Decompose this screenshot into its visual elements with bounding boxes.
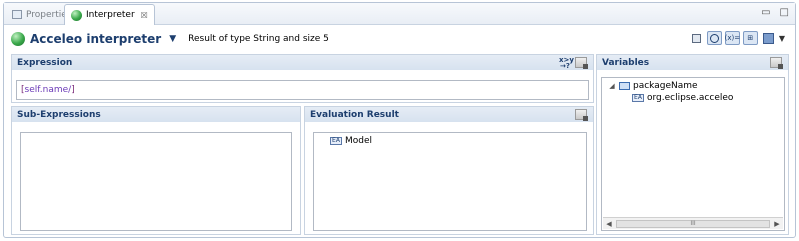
- clear-expression-icon[interactable]: [575, 57, 588, 69]
- sub-expressions-tree[interactable]: [20, 132, 292, 231]
- sub-expressions-section: Sub-Expressions: [11, 106, 301, 235]
- clock-icon: [709, 33, 719, 43]
- acceleo-icon: [71, 9, 82, 21]
- variables-title: Variables: [602, 57, 650, 68]
- variable-child-row[interactable]: EA org.eclipse.acceleo: [632, 93, 733, 103]
- expression-body: self.name/: [24, 85, 72, 95]
- interpreter-view: Properties Interpreter ☒ ▭ □ Acceleo int…: [3, 2, 796, 238]
- variable-label: packageName: [633, 81, 698, 91]
- clear-variables-icon[interactable]: [770, 57, 783, 69]
- result-item[interactable]: EA Model: [330, 136, 372, 146]
- properties-icon: [12, 10, 22, 19]
- expand-triangle-icon[interactable]: ◢: [608, 82, 616, 90]
- close-tab-icon[interactable]: ☒: [141, 11, 148, 20]
- acceleo-logo-icon: [11, 31, 25, 46]
- chevron-down-icon[interactable]: ▼: [169, 34, 176, 44]
- toolbar-menu-icon[interactable]: ▼: [779, 34, 785, 43]
- tab-interpreter-label: Interpreter: [86, 10, 135, 20]
- evaluate-icon[interactable]: x>y →?: [559, 57, 574, 70]
- variable-child-label: org.eclipse.acceleo: [647, 93, 734, 103]
- interpreter-title[interactable]: Acceleo interpreter ▼: [11, 31, 176, 46]
- minimize-icon[interactable]: ▭: [761, 7, 770, 18]
- variables-section: Variables ◢ packageName EA org.eclipse.a…: [596, 54, 789, 235]
- scroll-thumb-grip: III: [690, 220, 696, 227]
- evaluation-result-title: Evaluation Result: [310, 109, 399, 120]
- variables-icon: (x)=: [724, 34, 741, 42]
- evaluation-result-section: Evaluation Result EA Model: [304, 106, 594, 235]
- tab-strip: Properties Interpreter ☒ ▭ □: [4, 3, 795, 25]
- scroll-left-icon[interactable]: ◀: [603, 220, 615, 228]
- result-item-label: Model: [345, 136, 373, 146]
- scroll-thumb[interactable]: III: [616, 219, 770, 228]
- package-icon: [619, 82, 630, 90]
- horizontal-scrollbar[interactable]: ◀ III ▶: [603, 217, 783, 229]
- evaluation-result-header: Evaluation Result: [305, 107, 593, 122]
- interpreter-title-label: Acceleo interpreter: [30, 31, 162, 46]
- result-summary: Result of type String and size 5: [188, 33, 329, 44]
- variables-header: Variables: [597, 55, 788, 70]
- link-icon: ⊞: [747, 34, 754, 42]
- variables-tree[interactable]: ◢ packageName EA org.eclipse.acceleo ◀ I…: [601, 77, 785, 231]
- interpreter-header: Acceleo interpreter ▼ Result of type Str…: [4, 26, 795, 51]
- expression-section: Expression x>y →? [self.name/]: [11, 54, 594, 103]
- sub-expressions-title: Sub-Expressions: [17, 109, 101, 120]
- expression-bracket-close: ]: [71, 85, 75, 95]
- disk-icon: [762, 32, 774, 44]
- sub-expressions-header: Sub-Expressions: [12, 107, 300, 122]
- expression-header: Expression x>y →?: [12, 55, 593, 70]
- realtime-button[interactable]: [706, 31, 722, 45]
- export-button[interactable]: [761, 31, 776, 45]
- clear-result-icon[interactable]: [575, 109, 588, 121]
- save-button[interactable]: [689, 31, 704, 45]
- variables-button[interactable]: (x)=: [725, 31, 740, 45]
- evaluation-result-tree[interactable]: EA Model: [313, 132, 587, 231]
- expression-title: Expression: [17, 57, 73, 68]
- tab-interpreter[interactable]: Interpreter ☒: [64, 4, 155, 25]
- save-icon: [691, 33, 701, 43]
- link-button[interactable]: ⊞: [742, 31, 758, 45]
- attribute-icon: EA: [632, 94, 644, 102]
- attribute-icon: EA: [330, 137, 342, 145]
- maximize-icon[interactable]: □: [780, 7, 789, 18]
- scroll-right-icon[interactable]: ▶: [771, 220, 783, 228]
- expression-input[interactable]: [self.name/]: [16, 80, 589, 100]
- toolbar: (x)= ⊞ ▼: [689, 31, 785, 45]
- variable-row[interactable]: ◢ packageName: [608, 81, 698, 91]
